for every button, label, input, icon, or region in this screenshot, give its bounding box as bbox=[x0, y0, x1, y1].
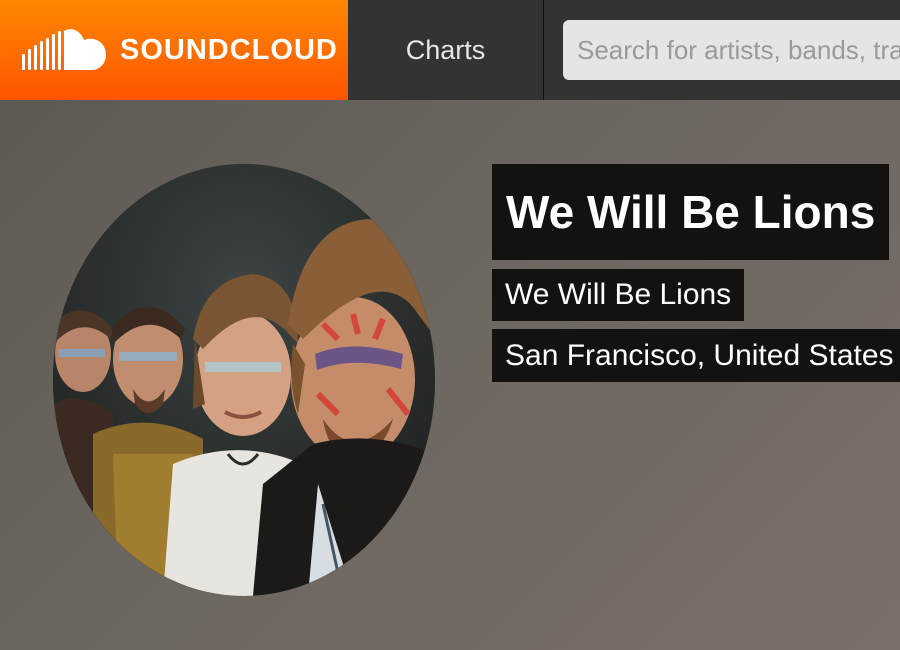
soundcloud-cloud-icon bbox=[22, 29, 106, 70]
top-navigation-bar: SOUNDCLOUD Charts bbox=[0, 0, 900, 100]
profile-location: San Francisco, United States bbox=[492, 329, 900, 382]
search-input[interactable] bbox=[563, 20, 900, 80]
profile-avatar[interactable] bbox=[53, 164, 435, 596]
soundcloud-logo[interactable]: SOUNDCLOUD bbox=[0, 0, 348, 100]
logo-text: SOUNDCLOUD bbox=[120, 33, 338, 66]
profile-username: We Will Be Lions bbox=[492, 269, 745, 321]
profile-title: We Will Be Lions bbox=[492, 164, 890, 260]
nav-charts-link[interactable]: Charts bbox=[348, 0, 544, 100]
band-photo-avatar bbox=[53, 164, 435, 596]
profile-header: We Will Be Lions We Will Be Lions San Fr… bbox=[0, 100, 900, 650]
search-container bbox=[544, 0, 900, 100]
